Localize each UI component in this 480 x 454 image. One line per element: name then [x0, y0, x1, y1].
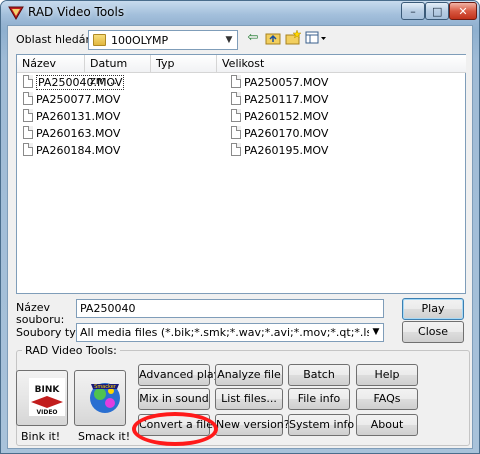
file-icon: [23, 126, 33, 139]
list-item[interactable]: PA260170.MOV: [231, 126, 328, 142]
file-icon: [23, 75, 33, 88]
rad-video-tools-window: RAD Video Tools – □ ✕ Oblast hledání: 10…: [0, 0, 480, 454]
mix-in-sound-button[interactable]: Mix in sound: [138, 388, 210, 410]
list-item[interactable]: PA250057.MOV: [231, 75, 328, 91]
file-list-view[interactable]: Název Datum zm... Typ Velikost PA250040.…: [16, 54, 466, 294]
maximize-button[interactable]: □: [425, 2, 449, 20]
rad-tools-group-title: RAD Video Tools:: [22, 344, 120, 357]
file-type-select[interactable]: All media files (*.bik;*.smk;*.wav;*.avi…: [76, 323, 384, 342]
bink-logo-text-1: BINK: [35, 385, 61, 395]
help-button[interactable]: Help: [356, 364, 418, 386]
file-icon: [231, 109, 241, 122]
new-folder-icon[interactable]: [284, 29, 302, 47]
file-icon: [23, 143, 33, 156]
file-name-label: Název souboru:: [16, 301, 65, 326]
close-window-button[interactable]: ✕: [449, 2, 477, 20]
column-header-type[interactable]: Typ: [151, 55, 217, 73]
smack-it-label: Smack it!: [78, 430, 131, 443]
column-header-date[interactable]: Datum zm...: [85, 55, 151, 87]
window-title: RAD Video Tools: [28, 5, 125, 19]
file-icon: [23, 92, 33, 105]
list-files-button[interactable]: List files...: [215, 388, 283, 410]
look-in-label: Oblast hledání:: [16, 33, 100, 46]
file-name-input[interactable]: PA250040: [76, 299, 384, 318]
file-icon: [231, 143, 241, 156]
list-item[interactable]: PA260163.MOV: [23, 126, 120, 142]
batch-button[interactable]: Batch: [288, 364, 350, 386]
file-icon: [231, 75, 241, 88]
file-icon: [23, 109, 33, 122]
analyze-file-button[interactable]: Analyze file: [215, 364, 283, 386]
chevron-down-icon[interactable]: ▼: [369, 324, 383, 341]
app-icon: [8, 6, 24, 20]
smack-button[interactable]: Smacker: [74, 370, 126, 426]
list-item[interactable]: PA260184.MOV: [23, 143, 120, 159]
folder-icon: [93, 34, 106, 46]
advanced-play-button[interactable]: Advanced play: [138, 364, 220, 386]
smacker-logo-text: Smacker: [94, 384, 117, 390]
list-item[interactable]: PA260131.MOV: [23, 109, 120, 125]
chevron-down-icon[interactable]: ▼: [221, 31, 237, 49]
title-bar[interactable]: RAD Video Tools – □ ✕: [1, 1, 479, 25]
file-info-button[interactable]: File info: [288, 388, 350, 410]
file-icon: [231, 126, 241, 139]
dialog-client-area: Oblast hledání: 100OLYMP ▼ ⇦ Název Datum…: [7, 25, 473, 449]
list-item[interactable]: PA260152.MOV: [231, 109, 328, 125]
look-in-combo[interactable]: 100OLYMP ▼: [88, 30, 238, 50]
about-button[interactable]: About: [356, 414, 418, 436]
list-item[interactable]: PA250040.MOV: [23, 75, 125, 91]
convert-a-file-button[interactable]: Convert a file: [138, 414, 213, 436]
bink-it-label: Bink it!: [21, 430, 61, 443]
system-info-button[interactable]: System info: [288, 414, 354, 436]
new-version-button[interactable]: New version?: [215, 414, 290, 436]
minimize-button[interactable]: –: [401, 2, 425, 20]
play-button[interactable]: Play: [402, 298, 464, 320]
file-icon: [231, 92, 241, 105]
file-type-value: All media files (*.bik;*.smk;*.wav;*.avi…: [80, 326, 383, 339]
smacker-logo-icon: Smacker: [90, 383, 120, 413]
close-button[interactable]: Close: [402, 321, 464, 343]
column-header-name[interactable]: Název: [17, 55, 85, 73]
list-item[interactable]: PA260195.MOV: [231, 143, 328, 159]
list-item[interactable]: PA250077.MOV: [23, 92, 120, 108]
look-in-value: 100OLYMP: [111, 34, 169, 47]
back-arrow-icon[interactable]: ⇦: [244, 29, 262, 47]
bink-button[interactable]: BINK VIDEO: [16, 370, 68, 426]
faqs-button[interactable]: FAQs: [356, 388, 418, 410]
bink-logo-text-2: VIDEO: [36, 409, 57, 416]
view-menu-icon[interactable]: [304, 29, 328, 47]
up-folder-icon[interactable]: [264, 29, 282, 47]
list-item[interactable]: PA250117.MOV: [231, 92, 328, 108]
bink-logo-icon: BINK VIDEO: [29, 378, 65, 416]
column-header-size[interactable]: Velikost: [217, 55, 466, 73]
